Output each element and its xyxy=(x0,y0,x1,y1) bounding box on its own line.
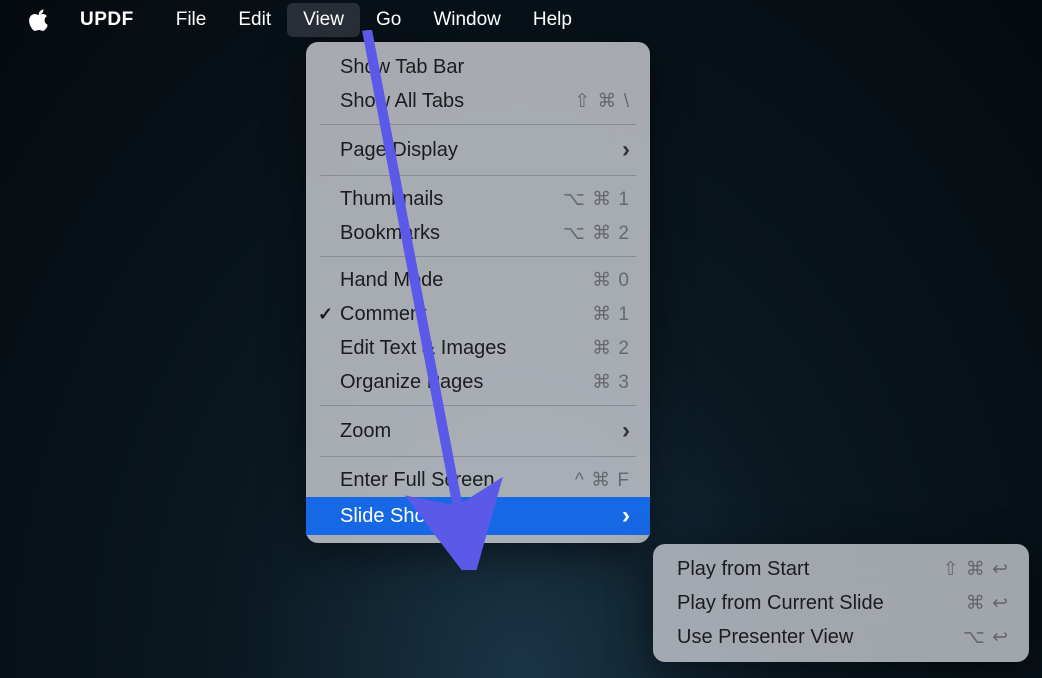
menu-separator xyxy=(320,256,636,257)
menu-separator xyxy=(320,456,636,457)
menu-item-thumbnails[interactable]: Thumbnails⌥ ⌘ 1 xyxy=(306,182,650,216)
submenu-item-label: Play from Current Slide xyxy=(677,592,966,615)
menu-item-shortcut: ⌘ 0 xyxy=(592,269,630,292)
menu-separator xyxy=(320,405,636,406)
menu-item-show-all-tabs[interactable]: Show All Tabs⇧ ⌘ \ xyxy=(306,84,650,118)
app-name: UPDF xyxy=(80,9,134,31)
menu-item-label: Page Display xyxy=(340,139,622,162)
menu-item-label: Show Tab Bar xyxy=(340,56,630,79)
submenu-item-use-presenter-view[interactable]: Use Presenter View⌥ ↩ xyxy=(653,620,1029,654)
submenu-item-shortcut: ⌘ ↩ xyxy=(966,592,1009,615)
menu-item-shortcut: ⌘ 3 xyxy=(592,371,630,394)
menu-item-label: Show All Tabs xyxy=(340,90,574,113)
menu-item-shortcut: ⌥ ⌘ 1 xyxy=(563,188,630,211)
menu-item-bookmarks[interactable]: Bookmarks⌥ ⌘ 2 xyxy=(306,216,650,250)
menu-item-comment[interactable]: ✓ Comment⌘ 1 xyxy=(306,297,650,331)
menu-item-label: Thumbnails xyxy=(340,188,563,211)
apple-logo-icon[interactable] xyxy=(28,8,50,32)
checkmark-icon: ✓ xyxy=(318,304,333,325)
menu-item-label: Slide Show xyxy=(340,505,622,528)
menu-help[interactable]: Help xyxy=(517,3,588,37)
menu-item-hand-mode[interactable]: Hand Mode⌘ 0 xyxy=(306,263,650,297)
menu-item-organize-pages[interactable]: Organize Pages⌘ 3 xyxy=(306,365,650,399)
menu-item-page-display[interactable]: Page Display› xyxy=(306,131,650,169)
menu-item-shortcut: ⇧ ⌘ \ xyxy=(574,90,630,113)
menu-item-label: Bookmarks xyxy=(340,222,563,245)
slide-show-submenu: Play from Start⇧ ⌘ ↩Play from Current Sl… xyxy=(653,544,1029,662)
menu-item-zoom[interactable]: Zoom› xyxy=(306,412,650,450)
menu-item-label: Zoom xyxy=(340,420,622,443)
menu-view[interactable]: View xyxy=(287,3,360,37)
menu-item-shortcut: ^ ⌘ F xyxy=(575,469,630,492)
menu-item-label: Hand Mode xyxy=(340,269,592,292)
menu-item-shortcut: ⌘ 1 xyxy=(592,303,630,326)
menu-file[interactable]: File xyxy=(160,3,223,37)
menubar: UPDF File Edit View Go Window Help xyxy=(0,0,1042,40)
menu-go[interactable]: Go xyxy=(360,3,417,37)
menu-window[interactable]: Window xyxy=(417,3,517,37)
submenu-item-shortcut: ⇧ ⌘ ↩ xyxy=(943,558,1009,581)
menu-item-slide-show[interactable]: Slide Show› xyxy=(306,497,650,535)
menu-item-shortcut: ⌥ ⌘ 2 xyxy=(563,222,630,245)
submenu-item-label: Use Presenter View xyxy=(677,626,963,649)
chevron-right-icon: › xyxy=(622,136,630,164)
view-dropdown-menu: Show Tab Bar Show All Tabs⇧ ⌘ \ Page Displ… xyxy=(306,42,650,543)
submenu-item-shortcut: ⌥ ↩ xyxy=(963,626,1009,649)
chevron-right-icon: › xyxy=(622,417,630,445)
menu-item-label: Comment xyxy=(340,303,592,326)
submenu-item-label: Play from Start xyxy=(677,558,943,581)
menu-separator xyxy=(320,124,636,125)
menu-item-edit-text-images[interactable]: Edit Text & Images⌘ 2 xyxy=(306,331,650,365)
submenu-item-play-from-start[interactable]: Play from Start⇧ ⌘ ↩ xyxy=(653,552,1029,586)
menu-item-enter-full-screen[interactable]: Enter Full Screen^ ⌘ F xyxy=(306,463,650,497)
menu-item-show-tab-bar[interactable]: Show Tab Bar xyxy=(306,50,650,84)
chevron-right-icon: › xyxy=(622,502,630,530)
menu-edit[interactable]: Edit xyxy=(222,3,287,37)
submenu-item-play-from-current-slide[interactable]: Play from Current Slide⌘ ↩ xyxy=(653,586,1029,620)
menu-separator xyxy=(320,175,636,176)
menu-item-shortcut: ⌘ 2 xyxy=(592,337,630,360)
menu-item-label: Organize Pages xyxy=(340,371,592,394)
menu-item-label: Edit Text & Images xyxy=(340,337,592,360)
menu-item-label: Enter Full Screen xyxy=(340,469,575,492)
